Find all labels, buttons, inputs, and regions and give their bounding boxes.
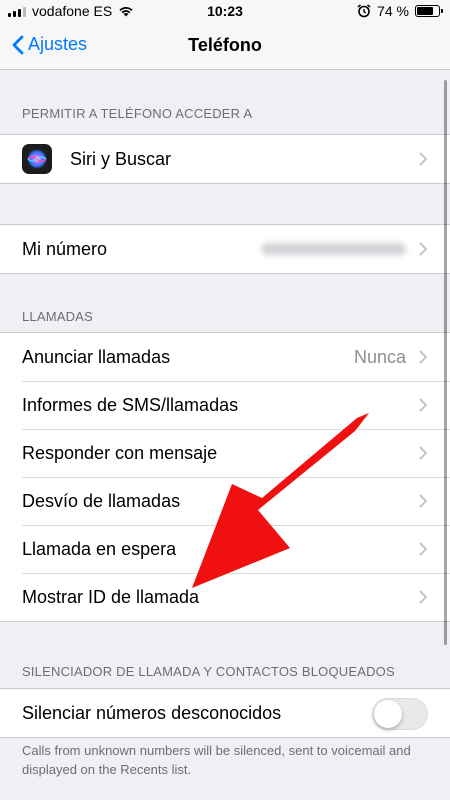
page-title: Teléfono — [188, 35, 262, 55]
silence-unknown-toggle[interactable] — [372, 698, 428, 730]
row-call-waiting[interactable]: Llamada en espera — [0, 525, 450, 573]
toggle-knob — [374, 700, 402, 728]
status-right: 74 % — [357, 3, 443, 19]
row-respond-with-message[interactable]: Responder con mensaje — [0, 429, 450, 477]
row-label: Desvío de llamadas — [22, 490, 181, 511]
chevron-right-icon — [419, 542, 427, 556]
my-number-label: Mi número — [22, 238, 108, 259]
row-value: Nunca — [353, 346, 406, 367]
row-label: Anunciar llamadas — [22, 346, 171, 367]
navigation-bar: Ajustes Teléfono — [0, 22, 450, 70]
blurred-phone-number — [261, 243, 406, 255]
row-silence-unknown: Silenciar números desconocidos — [0, 689, 450, 737]
row-siri-search[interactable]: Siri y Buscar — [0, 135, 450, 183]
section-header-calls: LLAMADAS — [22, 309, 93, 324]
chevron-right-icon — [419, 446, 427, 460]
silence-footer-note: Calls from unknown numbers will be silen… — [22, 743, 411, 777]
row-label: Llamada en espera — [22, 538, 177, 559]
siri-icon — [22, 144, 52, 174]
battery-fill — [417, 7, 433, 15]
battery-icon — [415, 5, 443, 17]
section-header-allow: PERMITIR A TELÉFONO ACCEDER A — [22, 106, 253, 121]
silence-unknown-label: Silenciar números desconocidos — [22, 702, 282, 723]
group-calls: Anunciar llamadas Nunca Informes de SMS/… — [0, 332, 450, 622]
group-silence: Silenciar números desconocidos — [0, 688, 450, 738]
row-label: Mostrar ID de llamada — [22, 586, 200, 607]
row-show-caller-id[interactable]: Mostrar ID de llamada — [0, 573, 450, 621]
row-label: Responder con mensaje — [22, 442, 218, 463]
section-header-silence: SILENCIADOR DE LLAMADA Y CONTACTOS BLOQU… — [22, 664, 395, 679]
chevron-right-icon — [419, 242, 427, 256]
chevron-right-icon — [419, 494, 427, 508]
row-call-forwarding[interactable]: Desvío de llamadas — [0, 477, 450, 525]
group-my-number: Mi número — [0, 224, 450, 274]
alarm-icon — [357, 4, 371, 18]
chevron-right-icon — [419, 590, 427, 604]
chevron-right-icon — [419, 398, 427, 412]
scrollbar[interactable] — [444, 80, 447, 645]
row-my-number[interactable]: Mi número — [0, 225, 450, 273]
row-announce-calls[interactable]: Anunciar llamadas Nunca — [0, 333, 450, 381]
siri-search-label: Siri y Buscar — [70, 148, 172, 169]
row-label: Informes de SMS/llamadas — [22, 394, 239, 415]
chevron-right-icon — [419, 350, 427, 364]
row-sms-call-reports[interactable]: Informes de SMS/llamadas — [0, 381, 450, 429]
battery-percent: 74 % — [377, 3, 409, 19]
chevron-right-icon — [419, 152, 427, 166]
status-bar: vodafone ES 10:23 74 % — [0, 0, 450, 22]
group-allow: Siri y Buscar — [0, 134, 450, 184]
